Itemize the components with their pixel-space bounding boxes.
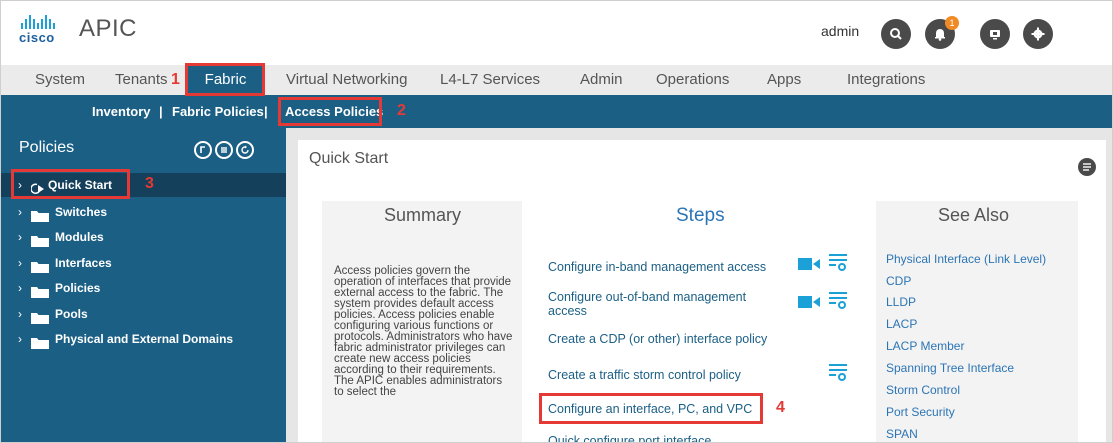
sidebar-title: Policies (19, 139, 75, 156)
sidebar-tools (194, 141, 254, 159)
chevron-right-icon: › (18, 256, 22, 270)
chevron-right-icon: › (18, 281, 22, 295)
see-also-link[interactable]: LLDP (886, 295, 916, 309)
step-cdp-policy[interactable]: Create a CDP (or other) interface policy (548, 332, 767, 346)
video-icon[interactable] (798, 256, 820, 277)
sub-nav: Inventory | Fabric Policies | Access Pol… (1, 95, 1112, 128)
sidebar-item-physical-external-domains[interactable]: › Physical and External Domains (1, 327, 286, 351)
tab-apps[interactable]: Apps (767, 65, 801, 95)
sidebar-item-label: Policies (55, 281, 101, 295)
search-icon[interactable] (881, 19, 911, 49)
tab-system[interactable]: System (35, 65, 85, 95)
chevron-right-icon: › (18, 307, 22, 321)
callout-number: 1 (171, 71, 180, 88)
step-inband-management[interactable]: Configure in-band management access (548, 260, 766, 274)
see-also-link[interactable]: Storm Control (886, 383, 960, 397)
refresh-icon[interactable] (236, 141, 254, 159)
callout-box-fabric (185, 63, 265, 96)
apic-window: cisco APIC admin 1 System Tenants Fabric… (0, 0, 1113, 443)
panel-menu-icon[interactable] (1078, 158, 1096, 176)
chevron-right-icon: › (18, 205, 22, 219)
subtab-inventory[interactable]: Inventory (92, 95, 151, 128)
callout-number: 3 (145, 175, 154, 192)
see-also-link[interactable]: Port Security (886, 405, 955, 419)
monitor-icon[interactable] (980, 19, 1010, 49)
gear-icon[interactable] (1023, 19, 1053, 49)
callout-box-configure-interface (539, 393, 763, 424)
see-also-link[interactable]: LACP Member (886, 339, 964, 353)
step-quick-configure-port[interactable]: Quick configure port interface (548, 434, 711, 442)
see-also-link[interactable]: CDP (886, 274, 911, 288)
sidebar-item-label: Switches (55, 205, 108, 219)
user-menu[interactable]: admin (821, 23, 859, 39)
video-icon[interactable] (798, 294, 820, 315)
see-also-link[interactable]: Spanning Tree Interface (886, 361, 1014, 375)
document-icon[interactable] (828, 252, 848, 277)
document-icon[interactable] (828, 362, 848, 387)
sidebar-item-switches[interactable]: › Switches (1, 200, 286, 224)
callout-number: 2 (397, 102, 406, 119)
document-icon[interactable] (828, 290, 848, 315)
app-title: APIC (79, 15, 138, 42)
top-header: cisco APIC admin 1 (1, 1, 1112, 65)
sidebar-item-label: Interfaces (55, 256, 112, 270)
subtab-fabric-policies[interactable]: Fabric Policies (172, 95, 264, 128)
callout-box-quick-start (11, 169, 130, 199)
tab-tenants[interactable]: Tenants (115, 65, 168, 95)
steps-heading: Steps (676, 205, 725, 226)
tab-operations[interactable]: Operations (656, 65, 729, 95)
tab-virtual-networking[interactable]: Virtual Networking (286, 65, 407, 95)
tab-l4-l7-services[interactable]: L4-L7 Services (440, 65, 540, 95)
subtab-separator: | (159, 104, 163, 119)
callout-number: 4 (776, 399, 785, 416)
notification-badge: 1 (945, 16, 959, 30)
sidebar-item-pools[interactable]: › Pools (1, 302, 286, 326)
tree-expand-icon[interactable] (194, 141, 212, 159)
chevron-right-icon: › (18, 230, 22, 244)
chevron-right-icon: › (18, 332, 22, 346)
sidebar-item-modules[interactable]: › Modules (1, 225, 286, 249)
folder-icon (31, 333, 49, 357)
step-oob-management[interactable]: Configure out-of-band management access (548, 290, 778, 318)
sidebar-item-label: Pools (55, 307, 88, 321)
cisco-logo: cisco (19, 15, 69, 45)
step-storm-control-policy[interactable]: Create a traffic storm control policy (548, 368, 741, 382)
summary-heading: Summary (384, 205, 462, 225)
see-also-link[interactable]: LACP (886, 317, 917, 331)
tab-admin[interactable]: Admin (580, 65, 623, 95)
summary-text: Access policies govern the operation of … (334, 265, 513, 398)
tab-integrations[interactable]: Integrations (847, 65, 925, 95)
sidebar-item-label: Physical and External Domains (55, 332, 234, 346)
callout-box-access-policies (278, 97, 382, 126)
see-also-link[interactable]: SPAN (886, 427, 918, 441)
sidebar-item-interfaces[interactable]: › Interfaces (1, 251, 286, 275)
see-also-link[interactable]: Physical Interface (Link Level) (886, 252, 1046, 266)
main-nav: System Tenants Fabric Virtual Networking… (1, 65, 1112, 95)
page-title: Quick Start (309, 150, 389, 167)
sidebar-item-label: Modules (55, 230, 104, 244)
subtab-separator: | (264, 104, 268, 119)
tree-list-icon[interactable] (215, 141, 233, 159)
sidebar-item-policies[interactable]: › Policies (1, 276, 286, 300)
see-also-heading: See Also (938, 205, 1010, 225)
